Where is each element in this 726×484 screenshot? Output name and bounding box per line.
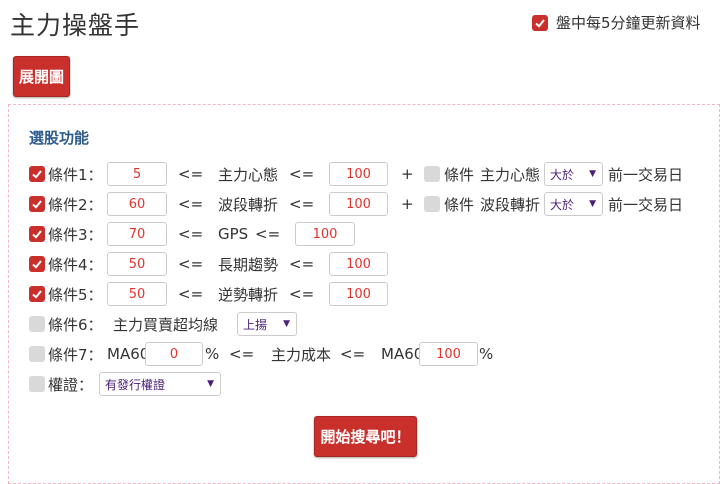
condition-7-metric: 主力成本: [271, 345, 332, 364]
auto-refresh-checkbox[interactable]: [532, 14, 548, 31]
condition-1-extra-suffix: 前一交易日: [608, 165, 684, 184]
auto-refresh-label: 盤中每5分鐘更新資料: [556, 14, 701, 32]
condition-1-extra-checkbox[interactable]: [424, 162, 440, 186]
warrant-select[interactable]: 有發行權證 ▼: [99, 372, 221, 396]
condition-2-extra-label: 條件: [444, 195, 475, 214]
condition-4-label: 條件4：: [48, 255, 103, 274]
condition-row-5: 條件5： 50 <= 逆勢轉折 <= 100: [29, 282, 709, 306]
page-title: 主力操盤手: [10, 11, 141, 40]
le-operator: <=: [178, 225, 204, 243]
percent-sign: %: [205, 345, 220, 363]
condition-7-right-prefix: MA60: [381, 345, 424, 363]
warrant-row: 權證： 有發行權證 ▼: [29, 372, 709, 396]
condition-3-label: 條件3：: [48, 225, 103, 244]
check-icon: [32, 200, 42, 209]
condition-3-metric: GPS: [218, 225, 249, 243]
condition-1-min-input[interactable]: 5: [107, 162, 167, 186]
dropdown-arrow-icon: ▼: [589, 169, 596, 179]
condition-1-compare-select[interactable]: 大於 ▼: [544, 162, 603, 186]
le-operator: <=: [178, 255, 204, 273]
condition-1-label: 條件1：: [48, 165, 103, 184]
condition-row-3: 條件3： 70 <= GPS <= 100: [29, 222, 709, 246]
condition-6-checkbox[interactable]: [29, 312, 45, 336]
le-operator: <=: [289, 285, 315, 303]
condition-7-checkbox[interactable]: [29, 342, 45, 366]
select-value: 大於: [550, 197, 575, 212]
condition-row-7: 條件7： MA60 0 % <= 主力成本 <= MA60 100 %: [29, 342, 709, 366]
select-value: 上揚: [243, 317, 268, 332]
expand-chart-button[interactable]: 展開圖: [13, 56, 70, 97]
le-operator: <=: [178, 285, 204, 303]
check-icon: [32, 260, 42, 269]
condition-7-left-prefix: MA60: [107, 345, 150, 363]
le-operator: <=: [178, 195, 204, 213]
select-value: 大於: [550, 167, 575, 182]
warrant-checkbox[interactable]: [29, 372, 45, 396]
condition-1-max-input[interactable]: 100: [329, 162, 388, 186]
le-operator: <=: [289, 195, 315, 213]
percent-sign: %: [479, 345, 494, 363]
condition-2-label: 條件2：: [48, 195, 103, 214]
condition-2-max-input[interactable]: 100: [329, 192, 388, 216]
condition-4-min-input[interactable]: 50: [107, 252, 167, 276]
condition-row-1: 條件1： 5 <= 主力心態 <= 100 + 條件 主力心態 大於 ▼ 前一交易…: [29, 162, 709, 186]
condition-5-max-input[interactable]: 100: [329, 282, 388, 306]
check-icon: [535, 18, 545, 28]
condition-2-checkbox[interactable]: [29, 192, 45, 216]
condition-row-6: 條件6： 主力買賣超均線 上揚 ▼: [29, 312, 709, 336]
select-value: 有發行權證: [105, 377, 166, 392]
auto-refresh-option[interactable]: 盤中每5分鐘更新資料: [532, 12, 701, 33]
condition-5-min-input[interactable]: 50: [107, 282, 167, 306]
plus-sign: +: [401, 195, 414, 213]
le-operator: <=: [178, 165, 204, 183]
check-icon: [32, 170, 42, 179]
condition-3-min-input[interactable]: 70: [107, 222, 167, 246]
condition-1-metric: 主力心態: [218, 165, 279, 184]
check-icon: [32, 290, 42, 299]
le-operator: <=: [289, 255, 315, 273]
condition-1-extra-label: 條件: [444, 165, 475, 184]
condition-6-label: 條件6：: [48, 315, 103, 334]
le-operator: <=: [340, 345, 366, 363]
condition-row-2: 條件2： 60 <= 波段轉折 <= 100 + 條件 波段轉折 大於 ▼ 前一交…: [29, 192, 709, 216]
dropdown-arrow-icon: ▼: [207, 379, 214, 389]
condition-row-4: 條件4： 50 <= 長期趨勢 <= 100: [29, 252, 709, 276]
condition-2-min-input[interactable]: 60: [107, 192, 167, 216]
condition-4-checkbox[interactable]: [29, 252, 45, 276]
le-operator: <=: [255, 225, 281, 243]
le-operator: <=: [229, 345, 255, 363]
condition-5-label: 條件5：: [48, 285, 103, 304]
start-search-button[interactable]: 開始搜尋吧！: [314, 416, 417, 457]
condition-2-metric: 波段轉折: [218, 195, 279, 214]
condition-6-trend-select[interactable]: 上揚 ▼: [237, 312, 297, 336]
le-operator: <=: [289, 165, 315, 183]
condition-5-checkbox[interactable]: [29, 282, 45, 306]
condition-4-metric: 長期趨勢: [218, 255, 279, 274]
condition-6-metric: 主力買賣超均線: [113, 315, 219, 334]
warrant-label: 權證：: [48, 375, 94, 394]
condition-3-checkbox[interactable]: [29, 222, 45, 246]
condition-5-metric: 逆勢轉折: [218, 285, 279, 304]
condition-4-max-input[interactable]: 100: [329, 252, 388, 276]
plus-sign: +: [401, 165, 414, 183]
condition-2-extra-checkbox[interactable]: [424, 192, 440, 216]
condition-7-left-input[interactable]: 0: [145, 342, 203, 366]
check-icon: [32, 230, 42, 239]
condition-1-checkbox[interactable]: [29, 162, 45, 186]
condition-2-extra-metric: 波段轉折: [480, 195, 541, 214]
condition-2-extra-suffix: 前一交易日: [608, 195, 684, 214]
condition-7-label: 條件7：: [48, 345, 103, 364]
condition-7-right-input[interactable]: 100: [419, 342, 478, 366]
dropdown-arrow-icon: ▼: [589, 199, 596, 209]
condition-2-compare-select[interactable]: 大於 ▼: [544, 192, 603, 216]
dropdown-arrow-icon: ▼: [283, 319, 290, 329]
condition-3-max-input[interactable]: 100: [295, 222, 355, 246]
section-title: 選股功能: [29, 129, 90, 147]
condition-1-extra-metric: 主力心態: [480, 165, 541, 184]
